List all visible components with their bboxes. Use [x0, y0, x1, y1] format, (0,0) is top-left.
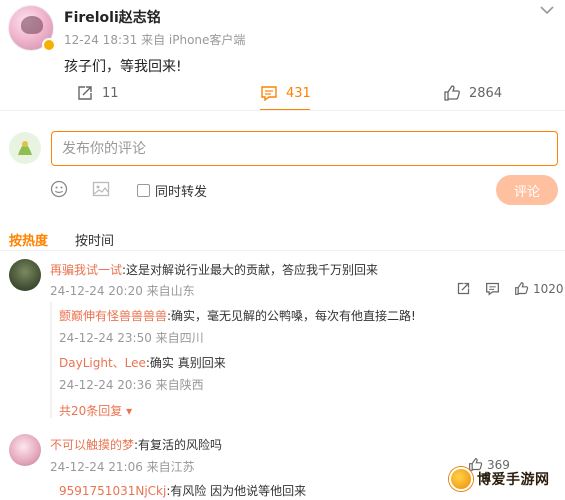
- repost-button[interactable]: 11: [76, 78, 119, 108]
- comment-body: :有复活的风险吗: [134, 438, 223, 452]
- submit-comment-button[interactable]: 评论: [496, 175, 558, 205]
- comment-actions: 1020: [456, 281, 564, 296]
- repost-icon[interactable]: [456, 281, 471, 296]
- reply-user-name[interactable]: 9591751031NjCkj: [59, 484, 166, 498]
- commenter-name[interactable]: 再骗我试一试: [50, 263, 122, 277]
- watermark-text: 博爱手游网: [477, 472, 550, 488]
- reply-text: 颤巅伸有怪兽兽兽兽:确实，毫无见解的公鸭嗓，每次有他直接二路!: [59, 307, 416, 324]
- sort-tabs: 按热度 按时间: [0, 225, 565, 250]
- reply-body: :有风险 因为他说等他回来: [166, 484, 307, 498]
- reply-body: :确实，毫无见解的公鸭嗓，每次有他直接二路!: [167, 309, 416, 323]
- emoji-icon[interactable]: [50, 180, 68, 198]
- reply-meta: 24-12-24 20:36 来自陕西: [59, 378, 204, 392]
- thumbs-up-icon: [444, 85, 460, 101]
- repost-checkbox[interactable]: 同时转发: [137, 181, 207, 200]
- author-name[interactable]: Fireloli赵志铭: [64, 7, 161, 27]
- comment-like-count: 1020: [533, 281, 564, 296]
- comment-button[interactable]: 431: [260, 78, 311, 108]
- tab-sort-hot[interactable]: 按热度: [9, 230, 48, 249]
- watermark-logo: 博爱手游网: [449, 467, 550, 491]
- commenter-avatar[interactable]: [9, 434, 41, 466]
- reply-thread-bar: [50, 302, 52, 418]
- comment-text: 不可以触摸的梦:有复活的风险吗: [50, 436, 222, 453]
- repost-checkbox-label: 同时转发: [155, 185, 208, 200]
- post-meta: 12-24 18:31 来自 iPhone客户端: [64, 33, 246, 47]
- thumbs-up-icon: [515, 282, 529, 295]
- repost-count: 11: [102, 85, 119, 101]
- tab-sort-time[interactable]: 按时间: [75, 230, 114, 249]
- reply-text: 9591751031NjCkj:有风险 因为他说等他回来: [59, 482, 306, 499]
- post-action-bar: 11 431 2864: [0, 78, 565, 108]
- comment-input[interactable]: [51, 131, 558, 166]
- chevron-down-icon[interactable]: [537, 2, 557, 18]
- commenter-name[interactable]: 不可以触摸的梦: [50, 438, 134, 452]
- comment-text: 再骗我试一试:这是对解说行业最大的贡献，答应我千万别回来: [50, 261, 378, 278]
- post-text: 孩子们，等我回来!: [64, 59, 182, 75]
- current-user-avatar: [9, 132, 41, 164]
- repost-icon: [78, 86, 92, 100]
- comment-body: :这是对解说行业最大的贡献，答应我千万别回来: [122, 263, 379, 277]
- comment-icon: [261, 86, 277, 102]
- post-header: Fireloli赵志铭 12-24 18:31 来自 iPhone客户端: [0, 0, 565, 62]
- divider: [0, 110, 565, 111]
- comment-count: 431: [286, 85, 311, 101]
- commenter-avatar[interactable]: [9, 259, 41, 291]
- more-replies-link[interactable]: 共20条回复 ▾: [59, 402, 132, 419]
- more-replies-label: 共20条回复: [59, 404, 123, 418]
- caret-down-icon: ▾: [122, 404, 133, 418]
- comment-meta: 24-12-24 21:06 来自江苏: [50, 460, 195, 474]
- comment-like-button[interactable]: 1020: [514, 281, 564, 296]
- watermark-badge-icon: [449, 467, 473, 491]
- reply-text: DayLight、Lee:确实 真别回来: [59, 354, 226, 371]
- reply-user-name[interactable]: 颤巅伸有怪兽兽兽兽: [59, 309, 167, 323]
- like-button[interactable]: 2864: [443, 78, 502, 108]
- reply-user-name[interactable]: DayLight、Lee: [59, 356, 146, 370]
- avatar-icon: [18, 141, 32, 155]
- image-icon[interactable]: [92, 180, 110, 198]
- comment-meta: 24-12-24 20:20 来自山东: [50, 284, 195, 298]
- like-count: 2864: [469, 85, 503, 101]
- reply-icon[interactable]: [485, 281, 500, 296]
- verified-badge-icon: [42, 38, 56, 52]
- reply-body: :确实 真别回来: [145, 356, 226, 370]
- reply-meta: 24-12-24 23:50 来自四川: [59, 331, 204, 345]
- divider: [0, 250, 565, 251]
- checkbox-icon[interactable]: [137, 184, 150, 197]
